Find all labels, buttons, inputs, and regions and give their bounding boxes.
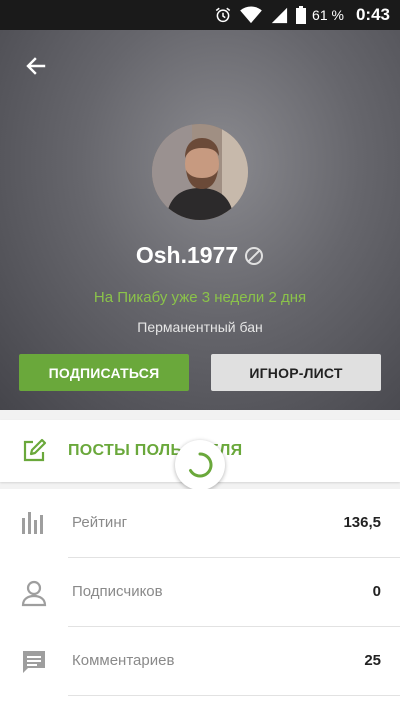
clock: 0:43	[355, 5, 390, 24]
ignore-list-button[interactable]: ИГНОР-ЛИСТ	[211, 354, 381, 391]
arrow-back-icon[interactable]	[24, 54, 48, 83]
alarm-icon	[214, 6, 232, 24]
ban-status: Перманентный бан	[137, 319, 263, 335]
person-icon	[20, 579, 48, 612]
status-bar: 61 % 0:43	[0, 0, 400, 30]
wifi-icon	[240, 6, 262, 24]
edit-icon	[20, 437, 48, 470]
on-site-duration: На Пикабу уже 3 недели 2 дня	[93, 289, 307, 306]
divider	[68, 695, 400, 696]
profile-header: Osh.1977 На Пикабу уже 3 недели 2 дня Пе…	[0, 30, 400, 410]
battery-percent: 61 %	[312, 7, 344, 23]
stat-value: 136,5	[343, 514, 381, 531]
subscribe-button[interactable]: ПОДПИСАТЬСЯ	[19, 354, 189, 391]
stat-label: Подписчиков	[72, 583, 163, 600]
stat-row-comments: Комментариев 25	[0, 627, 400, 696]
battery-icon	[296, 6, 307, 24]
avatar	[152, 124, 248, 220]
comment-icon	[20, 648, 48, 681]
stat-label: Комментариев	[72, 652, 175, 669]
ban-icon	[244, 246, 264, 266]
loading-spinner	[175, 440, 225, 490]
bar-chart-icon	[20, 510, 48, 541]
back-button[interactable]	[18, 50, 54, 86]
stat-value: 0	[372, 583, 381, 600]
username: Osh.1977	[135, 242, 239, 268]
stat-row-subscribers: Подписчиков 0	[0, 558, 400, 627]
stat-label: Рейтинг	[72, 514, 128, 531]
stat-row-rating: Рейтинг 136,5	[0, 489, 400, 558]
signal-icon	[270, 6, 288, 24]
stats-list: Рейтинг 136,5 Подписчиков 0 Комментариев…	[0, 489, 400, 711]
username-row: Osh.1977	[0, 242, 400, 269]
stat-value: 25	[364, 652, 381, 669]
